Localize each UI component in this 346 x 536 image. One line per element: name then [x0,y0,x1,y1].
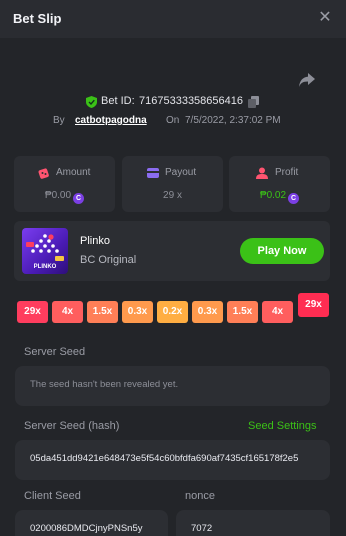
client-seed-value: 0200086DMDCjnyPNSn5y [30,523,143,534]
game-name: Plinko [80,235,110,247]
amount-value-wrap: ₱0.00 C [14,190,115,204]
profit-value-wrap: ₱0.02 C [229,190,330,204]
multiplier-chip: 4x [262,301,293,323]
server-seed-hash-label: Server Seed (hash) [24,420,120,432]
bet-id-value: 71675333358656416 [139,95,244,107]
payout-value: 29 x [163,190,182,201]
multiplier-chip: 0.3x [122,301,153,323]
close-icon[interactable]: ✕ [316,9,334,27]
server-seed-value: The seed hasn't been revealed yet. [30,379,179,390]
profit-card: Profit ₱0.02 C [229,156,330,212]
profit-label: Profit [275,167,299,178]
seed-settings-link[interactable]: Seed Settings [248,420,317,432]
hit-multiplier: 29x [298,293,329,317]
header: Bet Slip ✕ [0,0,346,38]
wallet-icon [147,168,159,178]
client-seed-label: Client Seed [24,490,81,502]
copy-icon[interactable] [248,96,259,108]
amount-label: Amount [56,167,91,178]
user-link[interactable]: catbotpagodna [75,115,147,126]
multiplier-chip: 4x [52,301,83,323]
payout-card: Payout 29 x [122,156,223,212]
game-provider: BC Original [80,254,137,266]
bet-id-row: Bet ID: 71675333358656416 [0,94,346,110]
server-seed-label: Server Seed [24,346,86,358]
share-icon[interactable] [297,71,317,89]
multiplier-chip: 0.3x [192,301,223,323]
game-card: PLINKO Plinko BC Original Play Now [14,221,330,281]
amount-card: Amount ₱0.00 C [14,156,115,212]
multiplier-chip: 29x [17,301,48,323]
profit-user-icon [256,167,268,179]
play-now-button[interactable]: Play Now [240,238,324,264]
coin-icon: C [288,193,300,204]
on-label: On [166,115,180,126]
bet-meta-row: By catbotpagodna On 7/5/2022, 2:37:02 PM [0,114,346,130]
server-seed-hash-value: 05da451dd9421e648473e5f54c60bfdfa690af74… [30,453,299,464]
shield-check-icon [86,96,97,108]
nonce-field[interactable]: 7072 [176,510,330,536]
profit-value: ₱0.02 [259,190,287,201]
server-seed-field[interactable]: The seed hasn't been revealed yet. [15,366,330,406]
client-seed-field[interactable]: 0200086DMDCjnyPNSn5y [15,510,168,536]
game-thumbnail: PLINKO [22,228,68,274]
page-title: Bet Slip [13,11,62,26]
by-label: By [53,115,65,126]
amount-value: ₱0.00 [44,190,72,201]
payout-label: Payout [165,167,197,178]
coin-icon: C [73,193,85,204]
multiplier-chip: 1.5x [227,301,258,323]
multiplier-chip: 1.5x [87,301,118,323]
bet-date: 7/5/2022, 2:37:02 PM [185,115,281,126]
bet-id-label: Bet ID: [101,95,135,107]
dice-icon [38,168,49,179]
multiplier-chip: 0.2x [157,301,188,323]
nonce-value: 7072 [191,523,213,534]
thumbnail-title: PLINKO [33,264,57,270]
server-seed-hash-field[interactable]: 05da451dd9421e648473e5f54c60bfdfa690af74… [15,440,330,480]
nonce-label: nonce [185,490,215,502]
